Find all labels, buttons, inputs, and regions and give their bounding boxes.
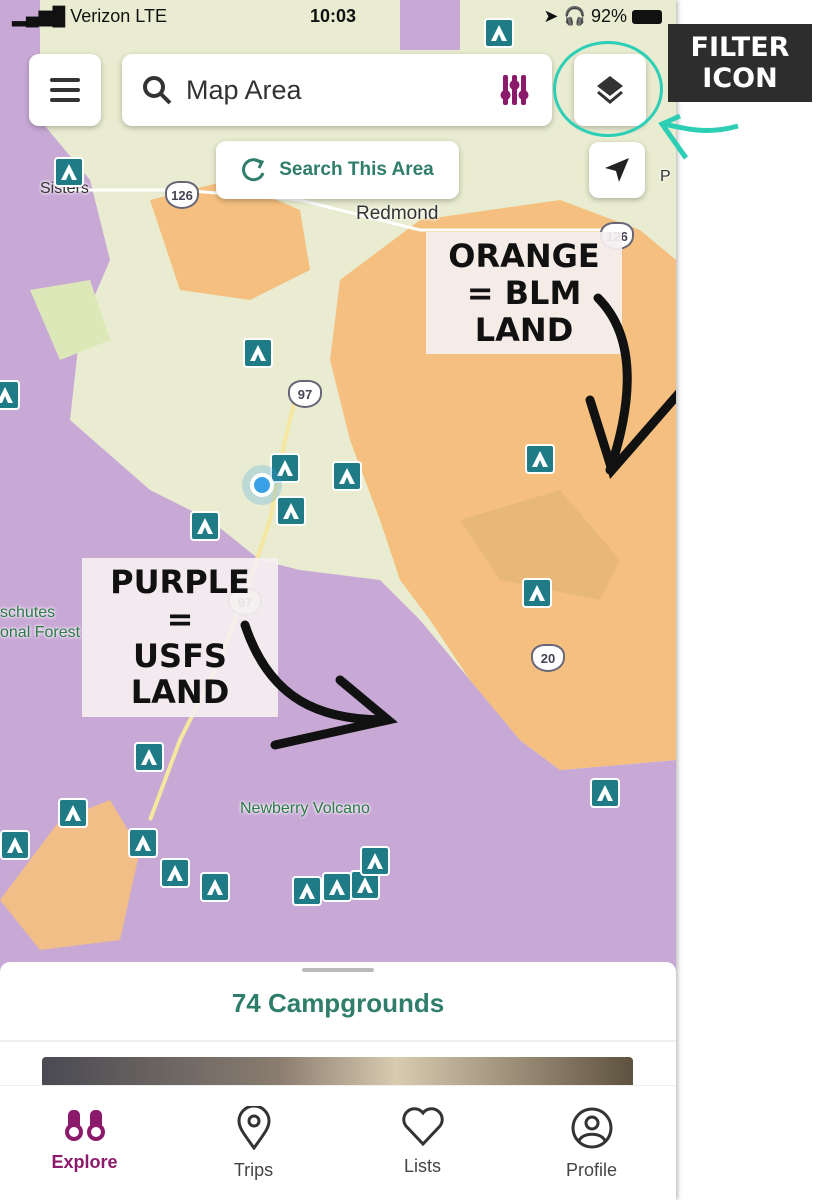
heart-icon: [401, 1107, 444, 1146]
results-count: 74 Campgrounds: [231, 988, 445, 1018]
filter-icon-annotation: FILTER ICON: [668, 24, 812, 103]
map-pin-icon: [236, 1106, 271, 1150]
tab-label: Profile: [565, 1160, 618, 1180]
tab-bar: Explore Trips Lists Profile: [0, 1085, 676, 1200]
drag-handle[interactable]: [302, 968, 374, 972]
teal-arrow: [658, 113, 739, 160]
binoculars-icon: [64, 1110, 105, 1141]
tab-lists[interactable]: Lists: [338, 1086, 507, 1200]
user-circle-icon: [571, 1107, 612, 1149]
tab-profile[interactable]: Profile: [507, 1086, 676, 1200]
phone-screen: ▂▄▆█ Verizon LTE 10:03 ➤ 🎧 92% Sisters Re…: [0, 0, 676, 1200]
tab-label: Lists: [403, 1156, 441, 1176]
tab-trips[interactable]: Trips: [169, 1086, 338, 1200]
tab-label: Trips: [233, 1160, 274, 1180]
annotation-arrows: [240, 293, 676, 750]
tab-explore[interactable]: Explore: [0, 1086, 169, 1200]
tab-label: Explore: [51, 1152, 118, 1172]
divider: [0, 1040, 676, 1042]
